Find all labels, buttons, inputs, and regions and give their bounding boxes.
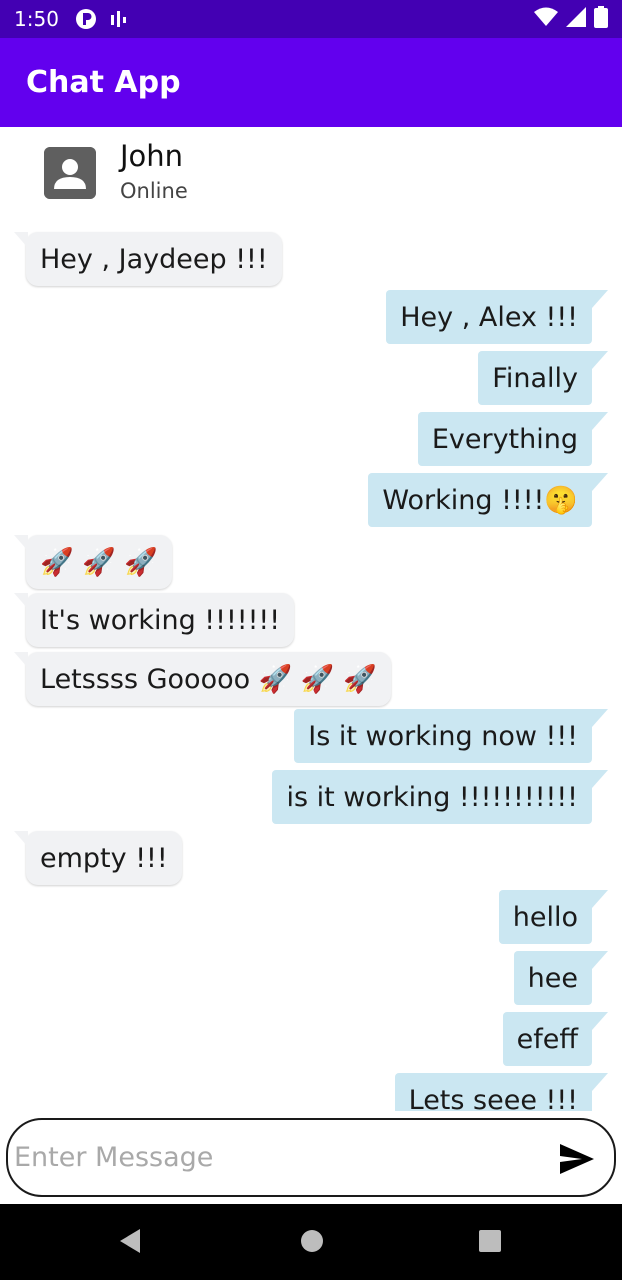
message-bubble-received[interactable]: empty !!!: [14, 831, 182, 885]
message-bubble-received[interactable]: It's working !!!!!!!: [13, 593, 295, 647]
contact-header[interactable]: John Online: [0, 127, 622, 223]
message-bubble-sent[interactable]: Is it working now !!!: [294, 709, 608, 763]
message-bubble-sent[interactable]: efeff: [502, 1012, 609, 1066]
home-icon[interactable]: [299, 1228, 325, 1258]
cell-signal-icon: [566, 6, 586, 32]
send-icon[interactable]: [558, 1142, 596, 1176]
message-bubble-received[interactable]: 🚀 🚀 🚀: [13, 535, 173, 589]
recents-icon[interactable]: [478, 1228, 502, 1258]
battery-icon: [594, 5, 608, 33]
app-bar: Chat App: [0, 38, 622, 127]
message-bubble-sent[interactable]: Everything: [417, 412, 609, 466]
message-bubble-sent[interactable]: hello: [498, 890, 609, 944]
message-bubble-received[interactable]: Letssss Gooooo 🚀 🚀 🚀: [14, 652, 391, 706]
message-bubble-sent[interactable]: hee: [513, 951, 609, 1005]
message-bubble-sent[interactable]: is it working !!!!!!!!!!!: [272, 770, 608, 824]
contact-status: Online: [120, 179, 188, 203]
message-bubble-sent[interactable]: Hey , Alex !!!: [386, 290, 608, 344]
message-bubble-sent[interactable]: Working !!!!🤫: [368, 473, 608, 527]
back-icon[interactable]: [118, 1228, 142, 1258]
status-time: 1:50: [14, 7, 59, 31]
app-title: Chat App: [26, 65, 181, 100]
wifi-icon: [534, 7, 558, 32]
person-icon: [44, 147, 96, 199]
system-nav-bar: [0, 1204, 622, 1280]
message-bubble-sent[interactable]: Lets seee !!!: [394, 1073, 609, 1111]
message-bubble-received[interactable]: Hey , Jaydeep !!!: [14, 232, 282, 286]
message-bubble-sent[interactable]: Finally: [478, 351, 608, 405]
message-composer: [6, 1118, 616, 1197]
signal-bars-icon: [109, 9, 129, 29]
status-bar: 1:50: [0, 0, 622, 38]
message-input[interactable]: [14, 1142, 534, 1173]
p-circle-icon: [75, 8, 97, 30]
contact-name: John: [120, 139, 184, 173]
message-list[interactable]: Hey , Jaydeep !!! Hey , Alex !!! Finally…: [0, 223, 622, 1111]
